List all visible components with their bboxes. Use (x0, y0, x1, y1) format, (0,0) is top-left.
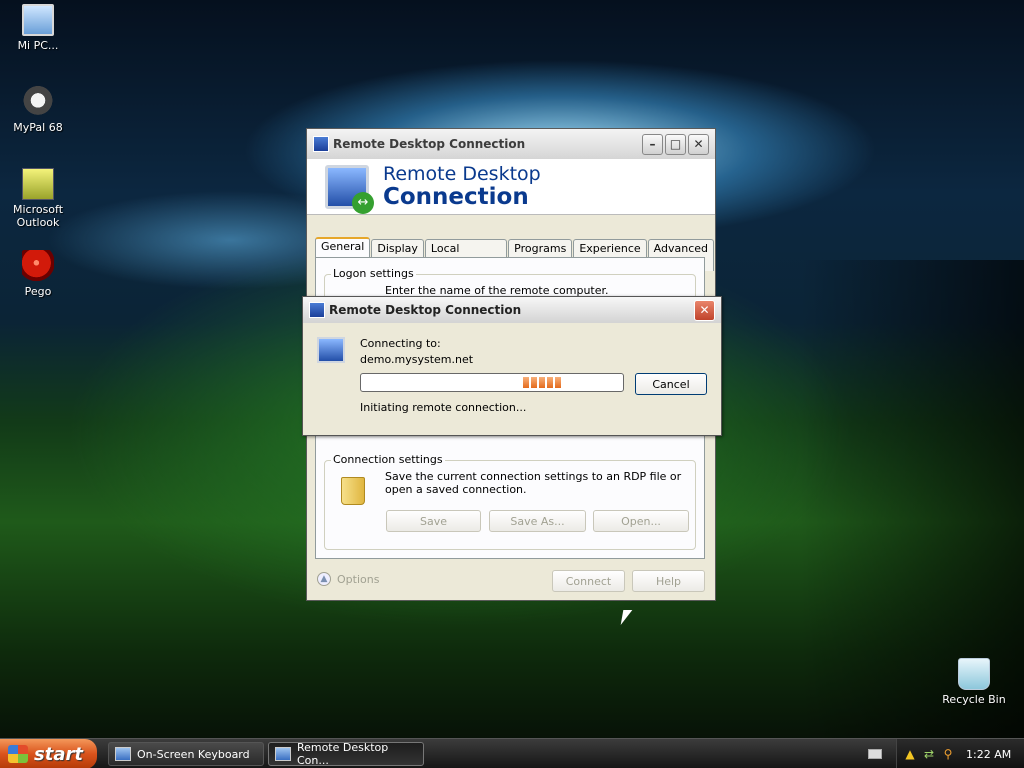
help-button[interactable]: Help (632, 570, 705, 592)
remote-desktop-icon (317, 337, 345, 363)
search-icon[interactable]: ⚲ (941, 747, 955, 761)
computer-icon (22, 4, 54, 36)
rdc-window-title: Remote Desktop Connection (333, 137, 526, 151)
connection-status-text: Initiating remote connection... (360, 401, 527, 414)
taskbar-item-label: On-Screen Keyboard (137, 747, 250, 761)
open-button[interactable]: Open... (593, 510, 689, 532)
close-icon: ✕ (693, 137, 704, 151)
banner-title-line2: Connection (383, 184, 529, 210)
remote-desktop-icon (325, 164, 374, 214)
desktop-icon-pego[interactable]: Pego (0, 250, 76, 298)
desktop-icon-label: MyPal 68 (13, 121, 63, 134)
dialog-title: Remote Desktop Connection (329, 303, 522, 317)
save-as-button[interactable]: Save As... (489, 510, 586, 532)
taskbar: start On-Screen Keyboard Remote Desktop … (0, 738, 1024, 768)
logon-settings-label: Logon settings (331, 267, 416, 280)
connecting-dialog: Remote Desktop Connection ✕ Connecting t… (302, 296, 722, 436)
progress-chunk (531, 377, 537, 388)
dialog-close-button[interactable]: ✕ (694, 299, 715, 321)
connection-settings-label: Connection settings (331, 453, 445, 466)
save-button[interactable]: Save (386, 510, 481, 532)
minimize-icon: – (649, 137, 656, 151)
connecting-label: Connecting to: (360, 337, 441, 350)
desktop-icon-label: Pego (24, 285, 52, 298)
connect-button[interactable]: Connect (552, 570, 625, 592)
outlook-icon (22, 168, 54, 200)
desktop-icon-label: Mi PC... (17, 39, 59, 52)
keyboard-icon (115, 747, 131, 761)
desktop-icon-mypal[interactable]: MyPal 68 (0, 86, 76, 134)
start-label: start (34, 743, 83, 765)
cancel-button[interactable]: Cancel (635, 373, 707, 395)
options-label: Options (337, 572, 380, 586)
desktop-icon-recycle-bin[interactable]: Recycle Bin (936, 658, 1012, 706)
recycle-bin-icon (958, 658, 990, 690)
maximize-icon: □ (669, 137, 682, 151)
chevron-up-icon: ▲ (317, 572, 331, 586)
progress-chunk (547, 377, 553, 388)
network-icon[interactable]: ⇄ (922, 747, 936, 761)
folder-icon (341, 477, 365, 505)
connection-settings-group: Connection settings Save the current con… (324, 453, 696, 550)
rdc-app-icon (313, 136, 329, 152)
mouse-cursor (620, 610, 633, 625)
maximize-button[interactable]: □ (665, 133, 686, 155)
taskbar-item-remote-desktop[interactable]: Remote Desktop Con... (268, 741, 424, 767)
pego-icon (22, 250, 54, 282)
connection-settings-text: Save the current connection settings to … (385, 470, 682, 496)
progress-chunks (523, 377, 563, 388)
desktop-icon-label: Microsoft Outlook (12, 203, 64, 229)
progress-chunk (523, 377, 529, 388)
host-name: demo.mysystem.net (360, 353, 474, 366)
language-bar-icon[interactable] (868, 749, 882, 759)
taskbar-item-label: Remote Desktop Con... (296, 741, 389, 767)
remote-desktop-icon (275, 747, 291, 761)
taskbar-item-on-screen-keyboard[interactable]: On-Screen Keyboard (108, 742, 264, 766)
rdc-app-icon (309, 302, 325, 318)
desktop-icon-my-pc[interactable]: Mi PC... (0, 4, 76, 52)
progress-chunk (539, 377, 545, 388)
clock[interactable]: 1:22 AM (966, 748, 1011, 761)
start-button[interactable]: start (0, 739, 97, 768)
close-button[interactable]: ✕ (688, 133, 709, 155)
windows-logo-icon (8, 745, 28, 763)
desktop-icon-outlook[interactable]: Microsoft Outlook (0, 168, 76, 229)
rdc-titlebar[interactable]: Remote Desktop Connection – □ ✕ (307, 129, 715, 159)
close-icon: ✕ (699, 303, 710, 317)
system-tray: ▲ ⇄ ⚲ 1:22 AM (896, 739, 1024, 768)
progress-chunk (555, 377, 561, 388)
minimize-button[interactable]: – (642, 133, 663, 155)
dialog-titlebar[interactable]: Remote Desktop Connection ✕ (303, 297, 721, 323)
desktop-icon-label: Recycle Bin (942, 693, 1006, 706)
connection-progress-bar (360, 373, 624, 392)
rdc-banner: Remote Desktop Connection (307, 159, 715, 215)
mypal-browser-icon (22, 86, 54, 118)
options-toggle[interactable]: ▲ Options (317, 572, 379, 586)
security-shield-icon[interactable]: ▲ (903, 747, 917, 761)
banner-title-line1: Remote Desktop (383, 163, 541, 185)
